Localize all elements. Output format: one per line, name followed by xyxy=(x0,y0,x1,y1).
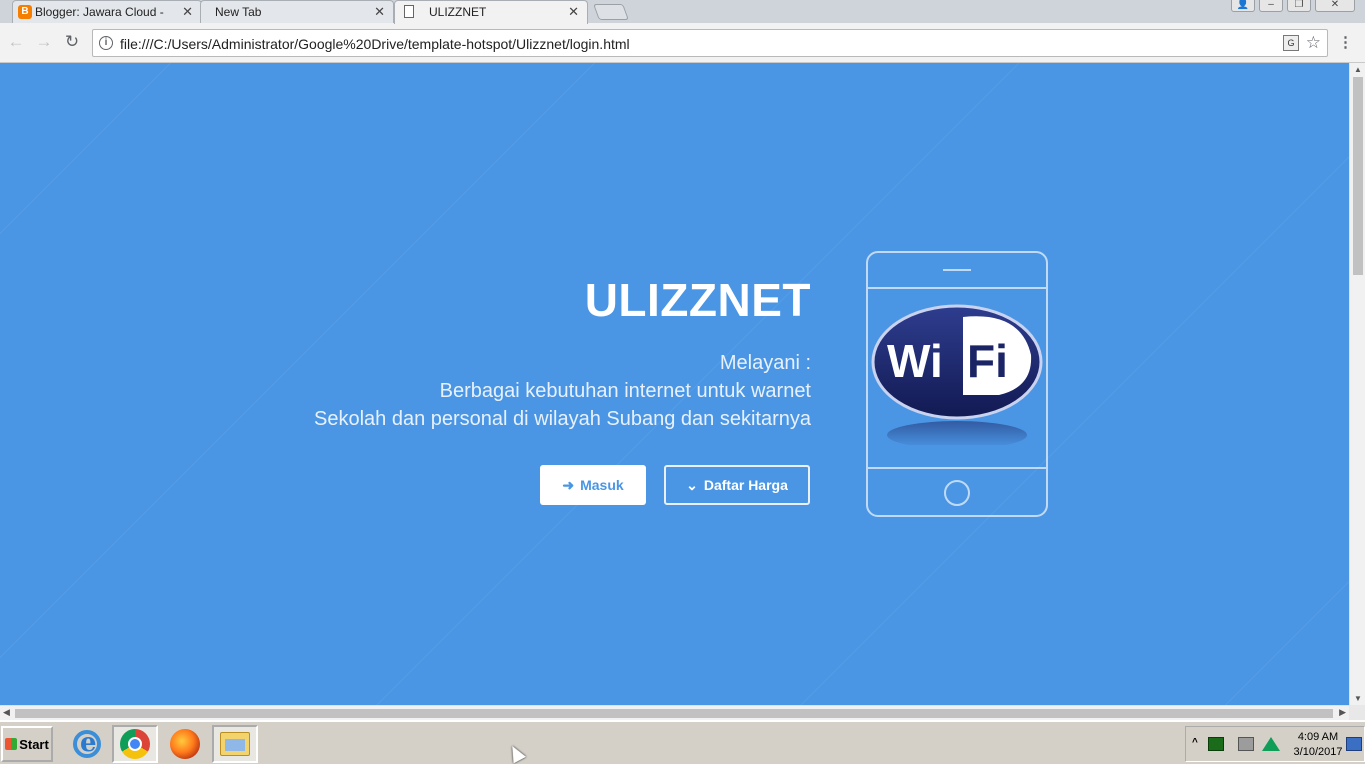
browser-toolbar: ← → ↻ i file:///C:/Users/Administrator/G… xyxy=(0,23,1365,63)
login-button[interactable]: ➜ Masuk xyxy=(540,465,646,505)
tagline-line-2: Berbagai kebutuhan internet untuk warnet xyxy=(439,380,811,402)
wifi-logo: Wi Fi xyxy=(871,304,1043,445)
phone-illustration: Wi Fi xyxy=(866,251,1048,517)
scrollbar-corner xyxy=(1349,705,1365,720)
tab-title: New Tab xyxy=(215,5,262,19)
tab-ulizznet[interactable]: ULIZZNET ✕ xyxy=(394,0,588,24)
login-button-label: Masuk xyxy=(580,477,624,493)
tab-close-icon[interactable]: ✕ xyxy=(374,4,385,20)
vertical-scroll-thumb[interactable] xyxy=(1353,77,1363,275)
close-window-button[interactable]: ✕ xyxy=(1315,0,1355,12)
tab-strip: B Blogger: Jawara Cloud - Ed ✕ New Tab ✕… xyxy=(0,0,1365,24)
tagline-line-1: Melayani : xyxy=(719,352,811,374)
new-tab-button[interactable] xyxy=(593,4,629,20)
minimize-button[interactable]: – xyxy=(1259,0,1283,12)
chevron-down-icon: ⌄ xyxy=(686,476,698,493)
blogger-icon: B xyxy=(18,5,32,19)
wifi-logo-text-wi: Wi xyxy=(887,335,943,387)
taskbar-internet-explorer[interactable] xyxy=(64,725,110,763)
restore-button[interactable]: ❐ xyxy=(1287,0,1311,12)
folder-icon xyxy=(220,732,250,756)
page-content: ULIZZNET Melayani : Berbagai kebutuhan i… xyxy=(0,63,1349,705)
tab-title: ULIZZNET xyxy=(429,5,487,19)
info-icon[interactable]: i xyxy=(99,36,113,50)
scroll-up-icon[interactable]: ▲ xyxy=(1354,65,1362,74)
vertical-scrollbar[interactable]: ▲ ▼ xyxy=(1349,63,1365,705)
horizontal-scroll-thumb[interactable] xyxy=(15,709,1333,718)
phone-home-button xyxy=(944,480,970,506)
windows-flag-icon xyxy=(5,738,18,750)
price-list-button[interactable]: ⌄ Daftar Harga xyxy=(664,465,810,505)
menu-kebab-icon[interactable]: ⋮ xyxy=(1338,33,1353,51)
phone-screen-top-line xyxy=(868,287,1046,289)
clock[interactable]: 4:09 AM 3/10/2017 xyxy=(1290,730,1346,760)
taskbar-chrome[interactable] xyxy=(112,725,158,763)
tab-blogger[interactable]: B Blogger: Jawara Cloud - Ed ✕ xyxy=(12,0,202,23)
start-button[interactable]: Start xyxy=(1,726,53,762)
price-list-button-label: Daftar Harga xyxy=(703,477,788,493)
phone-speaker xyxy=(943,269,971,271)
clock-time: 4:09 AM xyxy=(1297,731,1339,743)
back-button[interactable]: ← xyxy=(6,32,26,52)
tab-close-icon[interactable]: ✕ xyxy=(182,4,193,20)
tagline: Melayani : Berbagai kebutuhan internet u… xyxy=(314,349,811,433)
profile-icon[interactable]: 👤 xyxy=(1231,0,1255,12)
internet-explorer-icon xyxy=(73,728,101,758)
window-controls: 👤 – ❐ ✕ xyxy=(1231,0,1355,12)
show-desktop-icon[interactable] xyxy=(1346,737,1362,751)
phone-screen-bottom-line xyxy=(868,467,1046,469)
system-tray: ^ 4:09 AM 3/10/2017 xyxy=(1185,726,1365,762)
reload-button[interactable]: ↻ xyxy=(62,32,82,52)
taskbar: Start ^ 4:09 AM 3/10/2017 xyxy=(0,720,1365,764)
document-icon xyxy=(404,5,414,18)
horizontal-scrollbar[interactable]: ◀ ▶ xyxy=(0,705,1349,720)
clock-date: 3/10/2017 xyxy=(1293,746,1343,758)
taskbar-firefox[interactable] xyxy=(162,725,208,763)
sign-in-icon: ➜ xyxy=(562,476,575,493)
tray-app-icon[interactable] xyxy=(1208,737,1224,751)
tab-title: Blogger: Jawara Cloud - Ed xyxy=(35,5,165,19)
forward-button[interactable]: → xyxy=(34,32,54,52)
chrome-icon xyxy=(120,729,150,759)
scroll-down-icon[interactable]: ▼ xyxy=(1354,694,1362,703)
firefox-icon xyxy=(170,729,200,759)
bookmark-star-icon[interactable]: ☆ xyxy=(1306,33,1321,53)
tagline-line-3: Sekolah dan personal di wilayah Subang d… xyxy=(313,408,811,430)
network-icon[interactable] xyxy=(1238,737,1254,751)
site-title: ULIZZNET xyxy=(584,274,811,326)
google-drive-icon[interactable] xyxy=(1262,737,1280,751)
scroll-left-icon[interactable]: ◀ xyxy=(3,707,10,718)
start-label: Start xyxy=(19,736,49,752)
tab-new-tab[interactable]: New Tab ✕ xyxy=(200,0,394,23)
translate-icon[interactable]: G xyxy=(1283,35,1299,51)
url-text[interactable]: file:///C:/Users/Administrator/Google%20… xyxy=(120,36,630,52)
tab-close-icon[interactable]: ✕ xyxy=(568,4,579,20)
wifi-logo-text-fi: Fi xyxy=(967,335,1008,387)
show-hidden-icons-icon[interactable]: ^ xyxy=(1192,737,1198,748)
scroll-right-icon[interactable]: ▶ xyxy=(1339,707,1346,718)
address-bar[interactable]: i file:///C:/Users/Administrator/Google%… xyxy=(92,29,1328,57)
taskbar-explorer[interactable] xyxy=(212,725,258,763)
